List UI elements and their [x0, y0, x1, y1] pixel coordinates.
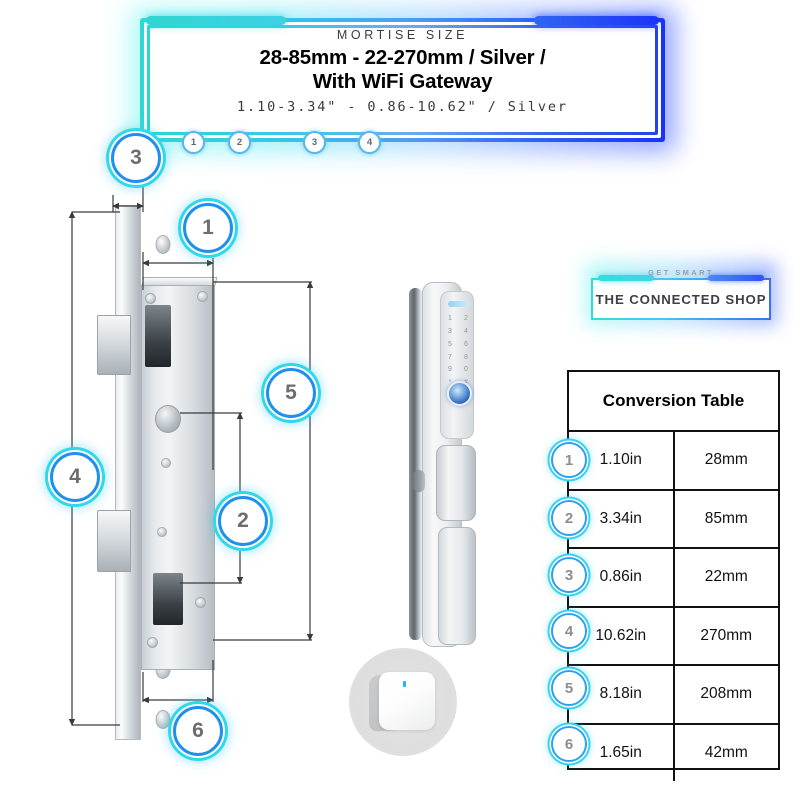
- keypad-key-3: 3: [448, 327, 452, 335]
- product-spec-sheet: MORTISE SIZE 28-85mm - 22-270mm / Silver…: [0, 0, 800, 800]
- cell-mm: 85mm: [704, 509, 748, 527]
- smart-lock-keypad: 1 2 3 4 5 6 7 8 9 0 * #: [440, 291, 474, 439]
- callout-badge-2: 2: [218, 496, 268, 546]
- callout-badge-4: 4: [50, 452, 100, 502]
- keypad-keys: 1 2 3 4 5 6 7 8 9 0 * #: [445, 314, 471, 389]
- table-row: 3.34in 85mm: [569, 490, 778, 549]
- smart-lock-brand-bar: [448, 301, 468, 307]
- callout-badge-6: 6: [173, 706, 223, 756]
- smart-lock-side-profile: [409, 288, 422, 640]
- logo-name: THE CONNECTED SHOP: [595, 292, 767, 307]
- keypad-key-7: 7: [448, 353, 452, 361]
- callout-badge-3: 3: [111, 133, 161, 183]
- keypad-key-1: 1: [448, 315, 452, 322]
- wifi-gateway-illustration: [349, 648, 457, 756]
- smart-lock-handle-illustration: 1 2 3 4 5 6 7 8 9 0 * #: [408, 282, 476, 647]
- logo-tagline: GET SMART: [648, 268, 714, 277]
- callout-badge-5: 5: [266, 368, 316, 418]
- keypad-key-4: 4: [464, 327, 468, 335]
- smart-lock-front-panel: 1 2 3 4 5 6 7 8 9 0 * #: [422, 282, 476, 647]
- cell-mm: 208mm: [700, 685, 753, 703]
- table-badge-1: 1: [551, 442, 587, 478]
- smart-lock-lower-body: [438, 527, 476, 645]
- conversion-table: Conversion Table 1.10in 28mm 3.34in 85mm…: [567, 370, 780, 781]
- table-row: 10.62in 270mm: [569, 607, 778, 666]
- gateway-status-led-icon: [403, 681, 406, 687]
- brand-logo: GET SMART THE CONNECTED SHOP: [585, 262, 777, 326]
- table-badge-6: 6: [551, 726, 587, 762]
- keypad-key-9: 9: [448, 366, 452, 374]
- smart-lock-thumbturn: [413, 470, 425, 492]
- cell-mm: 28mm: [704, 451, 748, 469]
- table-row: 8.18in 208mm: [569, 666, 778, 725]
- table-badge-2: 2: [551, 500, 587, 536]
- table-row: 1.65in 42mm: [569, 724, 778, 781]
- table-badge-3: 3: [551, 557, 587, 593]
- table-row: 1.10in 28mm: [569, 432, 778, 491]
- keypad-key-0: 0: [464, 366, 468, 374]
- smart-lock-door-handle: [436, 445, 476, 521]
- cell-mm: 42mm: [704, 743, 748, 761]
- keypad-key-5: 5: [448, 340, 452, 348]
- table-badge-4: 4: [551, 613, 587, 649]
- keypad-key-2: 2: [464, 315, 468, 322]
- cell-mm: 22mm: [704, 568, 748, 586]
- callout-badge-1: 1: [183, 203, 233, 253]
- table-row: 0.86in 22mm: [569, 549, 778, 608]
- keypad-key-6: 6: [464, 340, 468, 348]
- cell-inches: 1.65in: [569, 724, 675, 781]
- conversion-table-title: Conversion Table: [569, 372, 778, 432]
- cell-mm: 270mm: [700, 626, 753, 644]
- keypad-key-8: 8: [464, 353, 468, 361]
- table-badge-5: 5: [551, 670, 587, 706]
- fingerprint-scanner-icon: [447, 381, 472, 406]
- gateway-body-front: [379, 672, 435, 730]
